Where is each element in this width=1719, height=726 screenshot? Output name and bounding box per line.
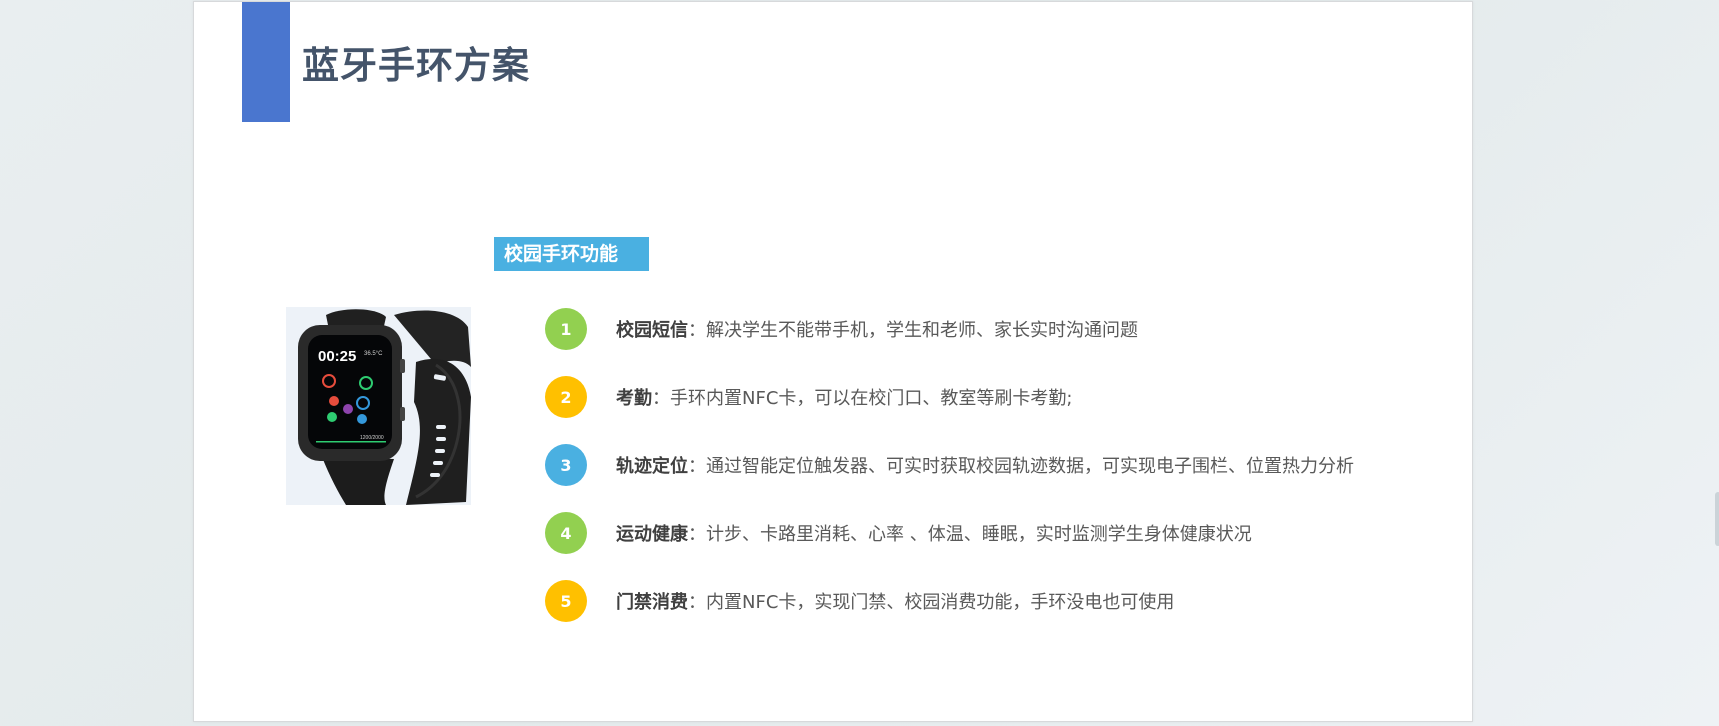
feature-item: 3 轨迹定位：通过智能定位触发器、可实时获取校园轨迹数据，可实现电子围栏、位置热…: [545, 444, 1354, 486]
feature-name: 轨迹定位: [616, 456, 688, 477]
smartwatch-image: 00:25 36.5°C 1200/2000: [286, 307, 471, 505]
feature-separator: ：: [688, 524, 706, 545]
smartwatch-illustration: 00:25 36.5°C 1200/2000: [298, 309, 471, 505]
feature-item: 5 门禁消费：内置NFC卡，实现门禁、校园消费功能，手环没电也可使用: [545, 580, 1174, 622]
title-accent-bar: [242, 2, 290, 122]
feature-number-badge: 1: [545, 308, 587, 350]
feature-description: 计步、卡路里消耗、心率 、体温、睡眠，实时监测学生身体健康状况: [706, 524, 1252, 545]
feature-separator: ：: [688, 456, 706, 477]
feature-description: 解决学生不能带手机，学生和老师、家长实时沟通问题: [706, 320, 1138, 341]
feature-text: 运动健康：计步、卡路里消耗、心率 、体温、睡眠，实时监测学生身体健康状况: [616, 520, 1252, 546]
slide: 蓝牙手环方案 校园手环功能 00:25 36.5°C 1200/2000 1 校…: [193, 1, 1473, 722]
feature-item: 1 校园短信：解决学生不能带手机，学生和老师、家长实时沟通问题: [545, 308, 1138, 350]
feature-separator: ：: [688, 592, 706, 613]
feature-description: 内置NFC卡，实现门禁、校园消费功能，手环没电也可使用: [706, 592, 1175, 613]
scrollbar-thumb[interactable]: [1715, 492, 1719, 546]
feature-number-badge: 5: [545, 580, 587, 622]
feature-name: 门禁消费: [616, 592, 688, 613]
feature-text: 轨迹定位：通过智能定位触发器、可实时获取校园轨迹数据，可实现电子围栏、位置热力分…: [616, 452, 1354, 478]
feature-item: 2 考勤：手环内置NFC卡，可以在校门口、教室等刷卡考勤;: [545, 376, 1072, 418]
slide-title: 蓝牙手环方案: [302, 44, 530, 87]
feature-text: 校园短信：解决学生不能带手机，学生和老师、家长实时沟通问题: [616, 316, 1138, 342]
watch-steps: 1200/2000: [360, 435, 384, 441]
watch-temperature: 36.5°C: [364, 351, 383, 357]
section-label: 校园手环功能: [494, 237, 649, 271]
feature-text: 考勤：手环内置NFC卡，可以在校门口、教室等刷卡考勤;: [616, 384, 1072, 410]
feature-description: 通过智能定位触发器、可实时获取校园轨迹数据，可实现电子围栏、位置热力分析: [706, 456, 1354, 477]
feature-description: 手环内置NFC卡，可以在校门口、教室等刷卡考勤;: [670, 388, 1073, 409]
feature-separator: ：: [688, 320, 706, 341]
feature-number-badge: 4: [545, 512, 587, 554]
feature-separator: ：: [652, 388, 670, 409]
feature-name: 运动健康: [616, 524, 688, 545]
feature-item: 4 运动健康：计步、卡路里消耗、心率 、体温、睡眠，实时监测学生身体健康状况: [545, 512, 1252, 554]
feature-text: 门禁消费：内置NFC卡，实现门禁、校园消费功能，手环没电也可使用: [616, 588, 1174, 614]
feature-number-badge: 2: [545, 376, 587, 418]
feature-name: 校园短信: [616, 320, 688, 341]
watch-time: 00:25: [318, 348, 356, 365]
feature-number-badge: 3: [545, 444, 587, 486]
feature-name: 考勤: [616, 388, 652, 409]
